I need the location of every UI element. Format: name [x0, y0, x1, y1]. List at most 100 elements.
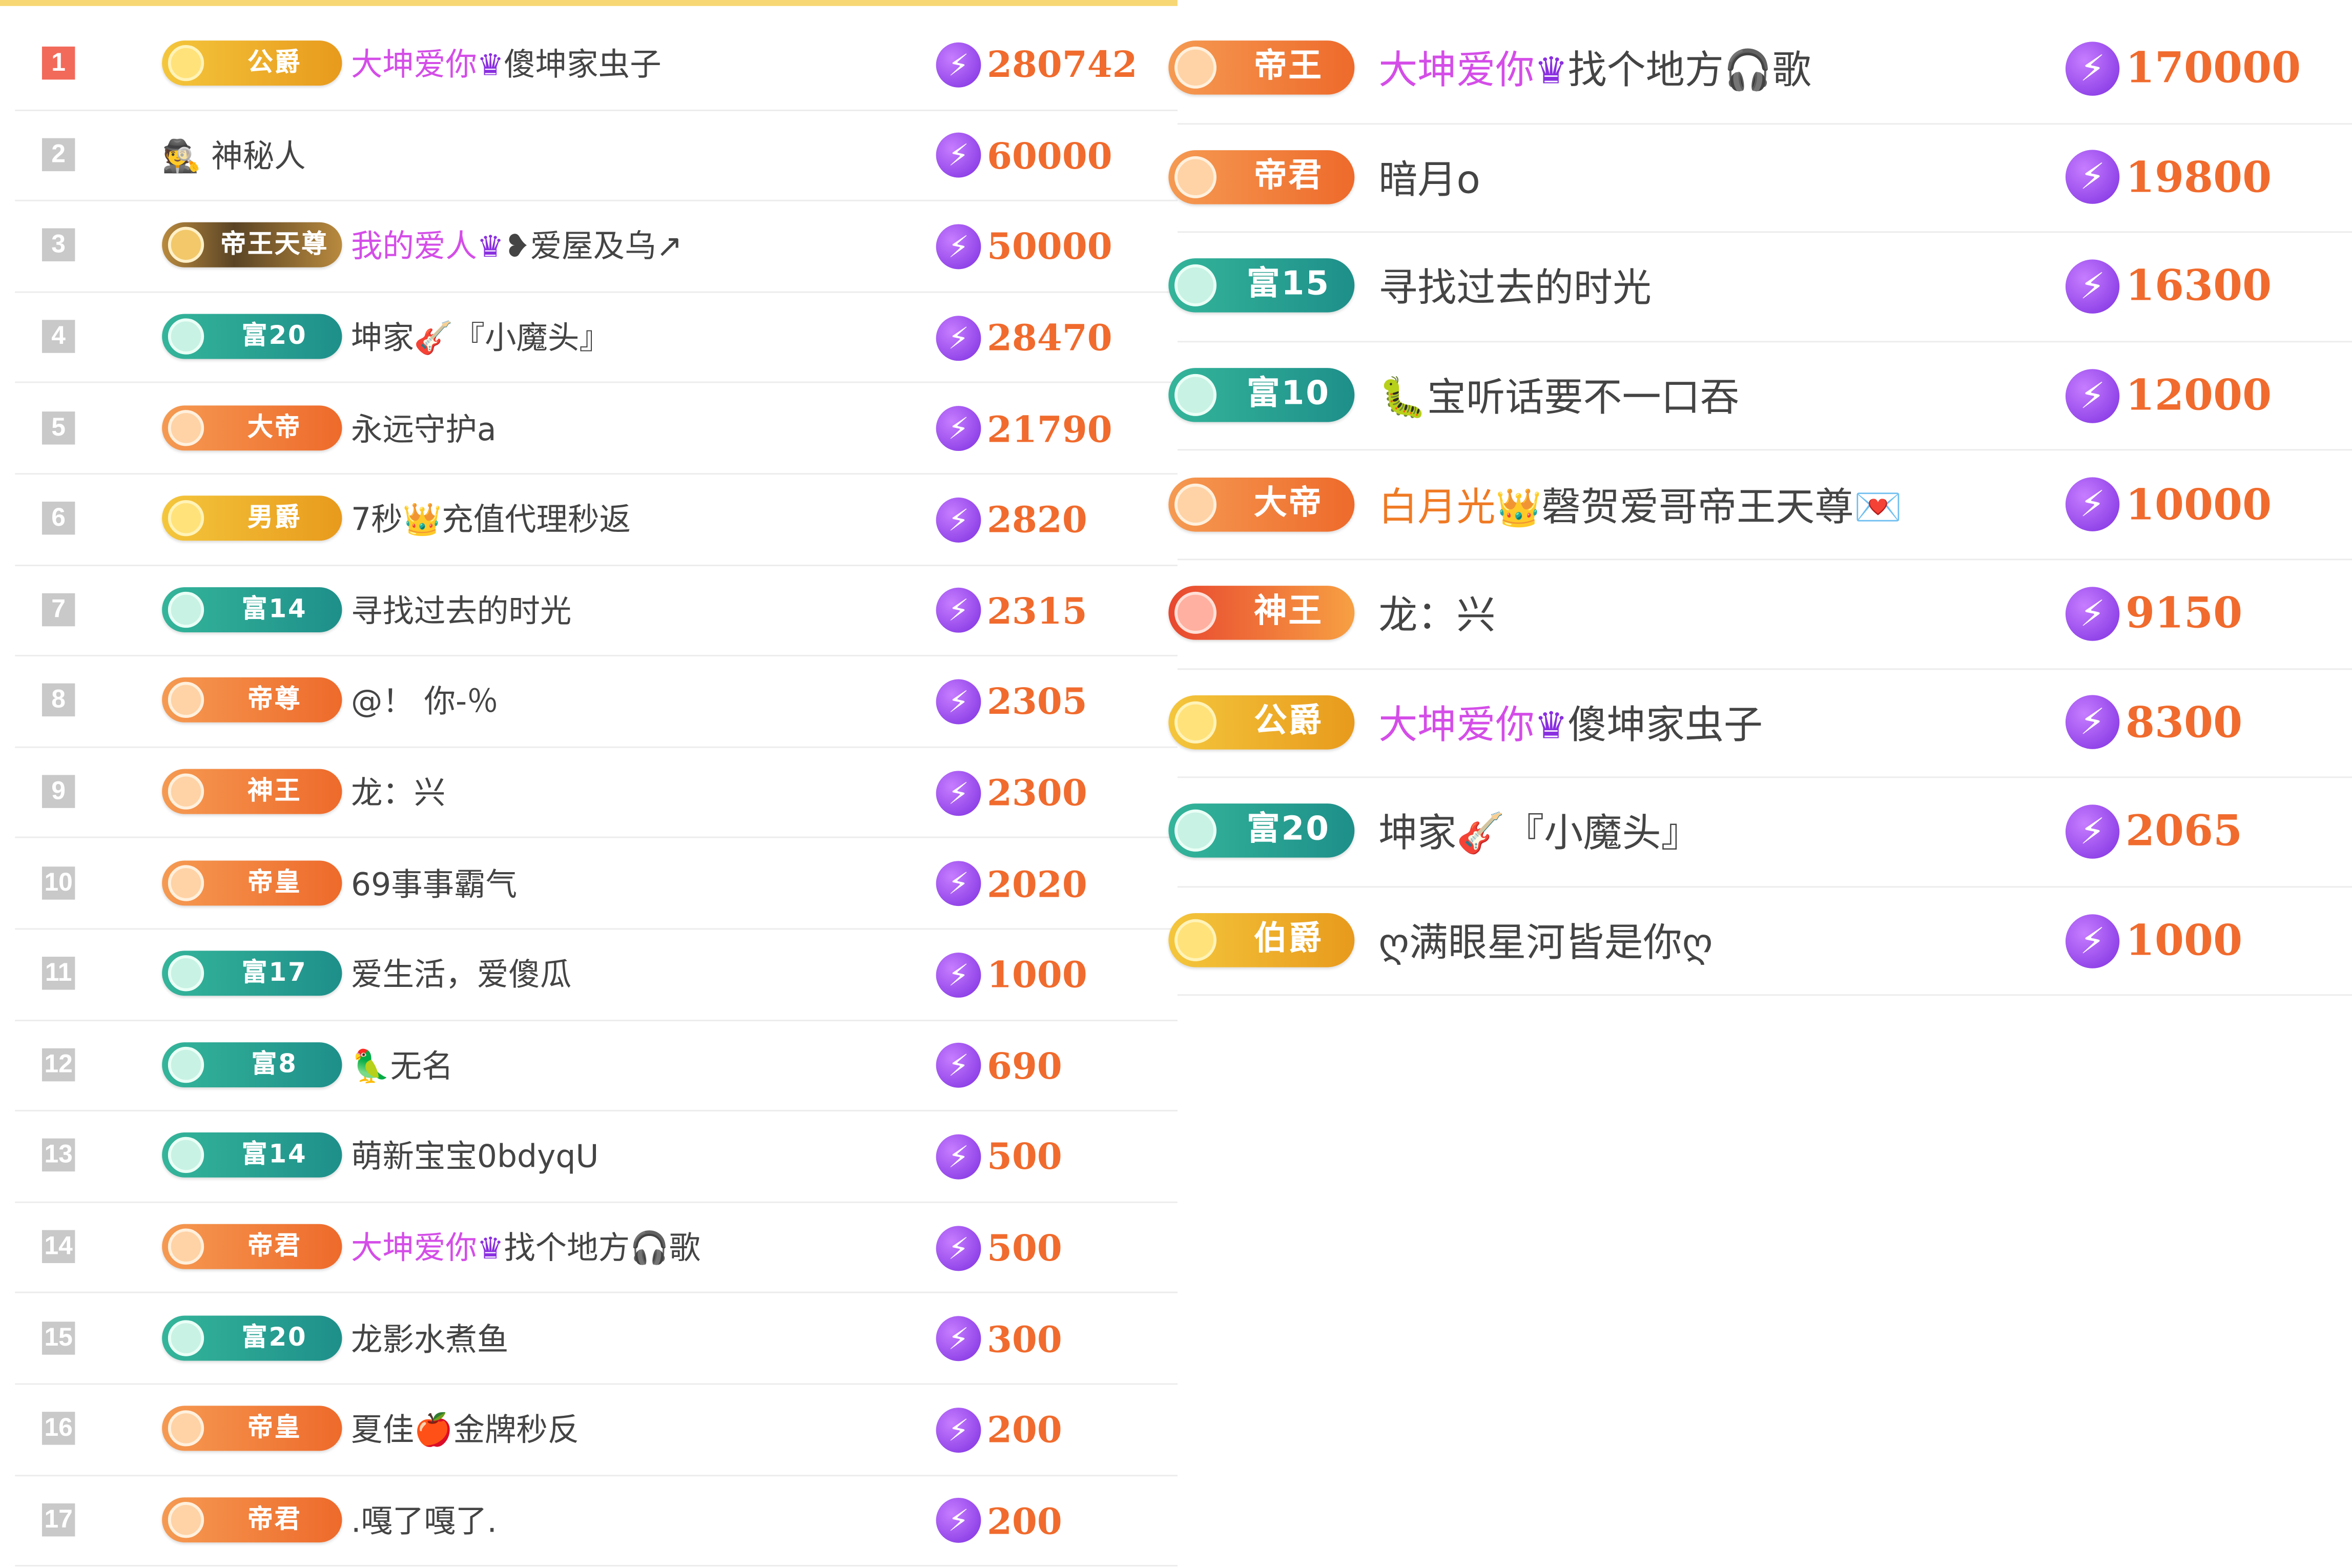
badge-label: 帝尊	[247, 685, 302, 716]
coin-amount: ⚡ 9150	[2065, 586, 2242, 641]
badge-emblem-icon	[168, 591, 204, 628]
lightning-coin-icon: ⚡	[936, 770, 981, 815]
level-badge: 富17	[162, 951, 342, 996]
coin-value: 2315	[987, 589, 1087, 633]
user-name[interactable]: 大坤爱你♛找个地方🎧歌	[1378, 40, 1811, 95]
user-name[interactable]: 龙：兴	[351, 769, 445, 814]
badge-emblem-icon	[1174, 701, 1217, 744]
level-badge: 男爵	[162, 496, 342, 541]
coin-amount: ⚡ 10000	[2065, 477, 2272, 532]
user-name-text: 磬贺爱哥帝王天尊💌	[1541, 485, 1903, 531]
coin-value: 21790	[987, 406, 1112, 450]
ranking-row[interactable]: 8 帝尊 @！ 你-％ ⚡ 2305	[15, 655, 1178, 748]
user-name[interactable]: @！ 你-％	[351, 678, 499, 723]
ranking-row[interactable]: 5 大帝 永远守护a ⚡ 21790	[15, 382, 1178, 474]
ranking-row[interactable]: 2 🕵 神秘人 ⚡ 60000	[15, 109, 1178, 202]
coin-amount: ⚡ 2020	[936, 859, 1087, 906]
user-name[interactable]: 寻找过去的时光	[1378, 258, 1652, 314]
ranking-row[interactable]: 大帝 白月光👑磬贺爱哥帝王天尊💌 ⚡ 10000	[1168, 450, 2352, 560]
ranking-row[interactable]: 富15 寻找过去的时光 ⚡ 16300	[1168, 232, 2352, 342]
badge-label: 大帝	[247, 412, 302, 443]
user-name[interactable]: 69事事霸气	[351, 860, 517, 905]
ranking-row[interactable]: 16 帝皇 夏佳🍎金牌秒反 ⚡ 200	[15, 1383, 1178, 1476]
ranking-row[interactable]: 12 富8 🦜无名 ⚡ 690	[15, 1019, 1178, 1112]
user-name[interactable]: 爱生活，爱傻瓜	[351, 951, 571, 996]
coin-amount: ⚡ 690	[936, 1041, 1062, 1088]
user-name[interactable]: 🕵 神秘人	[162, 132, 306, 177]
user-name[interactable]: 我的爱人♛❥爱屋及乌↗	[351, 223, 683, 268]
coin-value: 2305	[987, 679, 1087, 724]
user-name-highlight: 大坤爱你	[350, 1230, 477, 1266]
user-name[interactable]: 坤家🎸『小魔头』	[1378, 803, 1700, 859]
ranking-row[interactable]: 1 公爵 大坤爱你♛傻坤家虫子 ⚡ 280742	[15, 18, 1178, 111]
user-name[interactable]: 寻找过去的时光	[351, 587, 571, 632]
ranking-row[interactable]: 6 男爵 7秒👑充值代理秒返 ⚡ 2820	[15, 473, 1178, 566]
ranking-row[interactable]: 10 帝皇 69事事霸气 ⚡ 2020	[15, 837, 1178, 930]
badge-label: 帝王	[1254, 48, 1323, 86]
level-badge: 帝王天尊	[162, 223, 342, 269]
ranking-row[interactable]: 伯爵 ღ满眼星河皆是你ღ ⚡ 1000	[1168, 886, 2352, 997]
user-name[interactable]: 萌新宝宝0bdyqU	[351, 1133, 599, 1178]
ranking-row[interactable]: 3 帝王天尊 我的爱人♛❥爱屋及乌↗ ⚡ 50000	[15, 200, 1178, 293]
ranking-row[interactable]: 帝王 大坤爱你♛找个地方🎧歌 ⚡ 170000	[1168, 13, 2352, 124]
user-name[interactable]: 7秒👑充值代理秒返	[351, 496, 631, 541]
level-badge: 帝皇	[162, 860, 342, 905]
ranking-row[interactable]: 4 富20 坤家🎸『小魔头』 ⚡ 28470	[15, 291, 1178, 384]
badge-emblem-icon	[168, 1410, 204, 1447]
ranking-row[interactable]: 17 帝君 .嘎了嘎了. ⚡ 200	[15, 1474, 1178, 1567]
rank-number: 11	[42, 957, 75, 991]
lightning-coin-icon: ⚡	[936, 1407, 981, 1453]
user-name[interactable]: 大坤爱你♛傻坤家虫子	[351, 41, 662, 86]
level-badge: 富14	[162, 1133, 342, 1179]
ranking-row[interactable]: 15 富20 龙影水煮鱼 ⚡ 300	[15, 1292, 1178, 1385]
user-name[interactable]: 坤家🎸『小魔头』	[351, 314, 611, 359]
badge-label: 神王	[247, 776, 302, 807]
lightning-coin-icon: ⚡	[2065, 150, 2120, 204]
badge-label: 帝皇	[247, 1413, 302, 1444]
badge-label: 大帝	[1254, 484, 1323, 522]
lightning-coin-icon: ⚡	[936, 861, 981, 906]
lightning-coin-icon: ⚡	[2065, 368, 2120, 423]
ranking-row[interactable]: 富20 坤家🎸『小魔头』 ⚡ 2065	[1168, 777, 2352, 888]
ranking-row[interactable]: 7 富14 寻找过去的时光 ⚡ 2315	[15, 564, 1178, 657]
ranking-row[interactable]: 9 神王 龙：兴 ⚡ 2300	[15, 746, 1178, 839]
badge-label: 神王	[1254, 593, 1323, 631]
user-name[interactable]: 白月光👑磬贺爱哥帝王天尊💌	[1378, 477, 1902, 532]
user-name[interactable]: 永远守护a	[351, 405, 497, 450]
user-name[interactable]: 大坤爱你♛傻坤家虫子	[1378, 694, 1763, 750]
ranking-row[interactable]: 帝君 暗月o ⚡ 19800	[1168, 122, 2352, 233]
ranking-row[interactable]: 神王 龙：兴 ⚡ 9150	[1168, 559, 2352, 669]
user-name-highlight: 大坤爱你	[1378, 703, 1535, 749]
ranking-row[interactable]: 13 富14 萌新宝宝0bdyqU ⚡ 500	[15, 1110, 1178, 1203]
user-name[interactable]: 大坤爱你♛找个地方🎧歌	[351, 1224, 700, 1269]
rank-number: 12	[42, 1048, 75, 1081]
coin-amount: ⚡ 2820	[936, 495, 1087, 543]
crown-icon: ♛	[477, 229, 504, 265]
user-name[interactable]: 🦜无名	[351, 1042, 453, 1087]
ranking-row[interactable]: 14 帝君 大坤爱你♛找个地方🎧歌 ⚡ 500	[15, 1201, 1178, 1294]
user-name-text: @！ 你-％	[350, 684, 499, 720]
badge-label: 帝君	[247, 1231, 302, 1262]
coin-value: 16300	[2125, 261, 2272, 312]
user-name[interactable]: 🐛宝听话要不一口吞	[1378, 367, 1739, 423]
user-name[interactable]: 夏佳🍎金牌秒反	[351, 1406, 579, 1451]
coin-value: 690	[987, 1044, 1062, 1088]
user-name[interactable]: 龙：兴	[1378, 585, 1495, 641]
user-name-text: .嘎了嘎了.	[350, 1503, 497, 1539]
badge-emblem-icon	[168, 1319, 204, 1356]
user-name-text: 暗月o	[1378, 158, 1481, 203]
lightning-coin-icon: ⚡	[936, 588, 981, 633]
user-name[interactable]: 暗月o	[1378, 149, 1480, 204]
user-name-text: 夏佳🍎金牌秒反	[350, 1412, 580, 1449]
user-name[interactable]: 龙影水煮鱼	[351, 1315, 508, 1360]
ranking-row[interactable]: 11 富17 爱生活，爱傻瓜 ⚡ 1000	[15, 928, 1178, 1021]
user-name-text: 坤家🎸『小魔头』	[350, 320, 611, 356]
coin-amount: ⚡ 19800	[2065, 150, 2272, 204]
level-badge: 富20	[162, 314, 342, 359]
ranking-row[interactable]: 公爵 大坤爱你♛傻坤家虫子 ⚡ 8300	[1168, 668, 2352, 778]
user-name[interactable]: ღ满眼星河皆是你ღ	[1378, 913, 1713, 968]
ranking-row[interactable]: 富10 🐛宝听话要不一口吞 ⚡ 12000	[1168, 341, 2352, 451]
coin-amount: ⚡ 2305	[936, 677, 1087, 725]
user-name[interactable]: .嘎了嘎了.	[351, 1497, 497, 1542]
rank-number: 6	[42, 502, 75, 535]
